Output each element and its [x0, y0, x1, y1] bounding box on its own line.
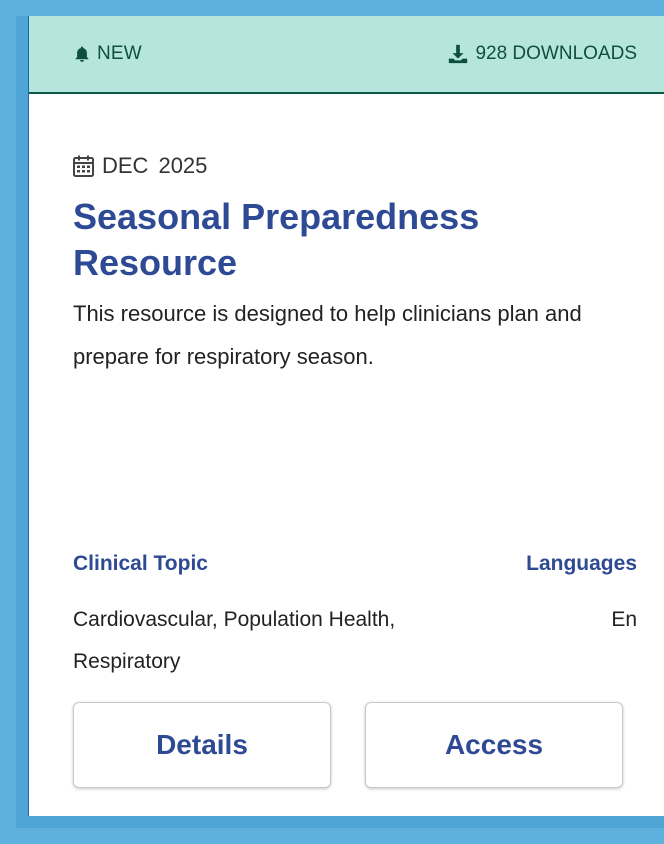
- publish-date: DEC 2025: [73, 153, 207, 179]
- access-button[interactable]: Access: [365, 702, 623, 788]
- download-icon: [447, 43, 469, 65]
- calendar-icon: [73, 155, 94, 177]
- card-body: NEW 928 DOWNLOADS DEC 2025 Seasonal Prep…: [28, 16, 664, 816]
- resource-title: Seasonal Preparedness Resource: [73, 196, 480, 283]
- new-badge: NEW: [73, 43, 142, 65]
- languages-value: En: [611, 608, 637, 631]
- resource-description: This resource is designed to help clinic…: [73, 301, 582, 369]
- date-year: 2025: [158, 153, 208, 178]
- resource-card: NEW 928 DOWNLOADS DEC 2025 Seasonal Prep…: [16, 16, 664, 828]
- clinical-topic-value: Cardiovascular, Population Health, Respi…: [73, 608, 396, 673]
- downloads-badge: 928 DOWNLOADS: [447, 43, 637, 65]
- date-month: DEC: [102, 153, 149, 178]
- details-button[interactable]: Details: [73, 702, 331, 788]
- downloads-label: 928 DOWNLOADS: [475, 43, 637, 64]
- bell-icon: [73, 45, 91, 63]
- new-label: NEW: [97, 43, 142, 64]
- languages-label: Languages: [526, 552, 637, 575]
- clinical-topic-label: Clinical Topic: [73, 552, 208, 575]
- card-header: NEW 928 DOWNLOADS: [29, 16, 664, 94]
